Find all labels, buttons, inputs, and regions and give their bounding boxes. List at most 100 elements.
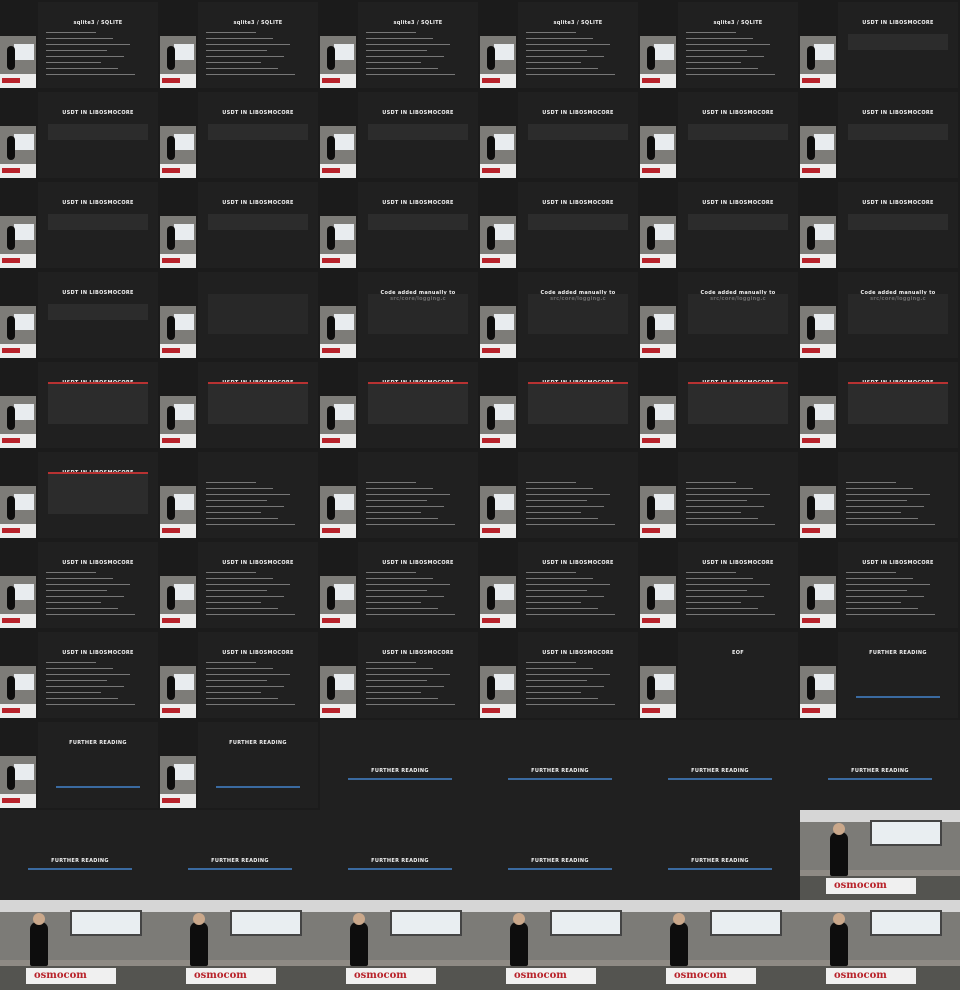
reading-link[interactable] <box>508 868 612 870</box>
inset-presenter <box>327 316 335 340</box>
slide-title: USDT IN LIBOSMOCORE <box>382 200 454 206</box>
thumbnail-frame[interactable]: USDT IN LIBOSMOCORE <box>800 540 960 630</box>
thumbnail-frame[interactable]: USDT IN LIBOSMOCORE <box>0 630 160 720</box>
thumbnail-frame[interactable]: Code added manually to src/core/logging.… <box>320 270 480 360</box>
thumbnail-frame[interactable] <box>480 450 640 540</box>
inset-screen <box>334 674 354 690</box>
thumbnail-frame[interactable]: FURTHER READING <box>160 810 320 900</box>
thumbnail-frame[interactable]: USDT IN LIBOSMOCORE <box>0 360 160 450</box>
thumbnail-frame[interactable]: osmocom <box>160 900 320 990</box>
thumbnail-frame[interactable]: osmocom <box>480 900 640 990</box>
thumbnail-frame[interactable]: osmocom <box>0 900 160 990</box>
thumbnail-frame[interactable] <box>320 450 480 540</box>
thumbnail-frame[interactable] <box>800 450 960 540</box>
thumbnail-frame[interactable]: USDT IN LIBOSMOCORE <box>640 180 800 270</box>
thumbnail-frame[interactable]: FURTHER READING <box>320 720 480 810</box>
reading-link[interactable] <box>508 778 612 780</box>
thumbnail-frame[interactable]: USDT IN LIBOSMOCORE <box>160 630 320 720</box>
thumbnail-frame[interactable]: Code added manually to src/core/logging.… <box>480 270 640 360</box>
thumbnail-frame[interactable]: EOF <box>640 630 800 720</box>
thumbnail-frame[interactable] <box>640 450 800 540</box>
reading-link[interactable] <box>828 778 932 780</box>
thumbnail-frame[interactable]: USDT IN LIBOSMOCORE <box>480 360 640 450</box>
thumbnail-frame[interactable]: USDT IN LIBOSMOCORE <box>320 360 480 450</box>
thumbnail-frame[interactable]: osmocom <box>800 810 960 900</box>
inset-screen <box>14 224 34 240</box>
inset-presenter <box>807 676 815 700</box>
thumbnail-frame[interactable]: FURTHER READING <box>320 810 480 900</box>
thumbnail-frame[interactable]: sqlite3 / SQLITE <box>480 0 640 90</box>
code-line <box>526 68 598 69</box>
code-line <box>46 44 130 45</box>
thumbnail-frame[interactable]: USDT IN LIBOSMOCORE <box>480 630 640 720</box>
thumbnail-frame[interactable]: USDT IN LIBOSMOCORE <box>160 90 320 180</box>
thumbnail-frame[interactable]: USDT IN LIBOSMOCORE <box>800 90 960 180</box>
reading-link[interactable] <box>856 696 940 698</box>
thumbnail-frame[interactable]: osmocom <box>800 900 960 990</box>
inset-screen <box>334 224 354 240</box>
thumbnail-frame[interactable]: FURTHER READING <box>480 810 640 900</box>
slide: USDT IN LIBOSMOCORE <box>678 182 798 268</box>
thumbnail-frame[interactable]: FURTHER READING <box>0 810 160 900</box>
lectern: osmocom <box>826 878 916 894</box>
reading-link[interactable] <box>188 868 292 870</box>
code-line <box>526 500 587 501</box>
thumbnail-frame[interactable]: FURTHER READING <box>800 720 960 810</box>
slide: USDT IN LIBOSMOCORE <box>198 362 318 448</box>
slide-title: FURTHER READING <box>531 768 589 774</box>
thumbnail-frame[interactable]: FURTHER READING <box>640 720 800 810</box>
thumbnail-frame[interactable] <box>160 270 320 360</box>
thumbnail-frame[interactable]: USDT IN LIBOSMOCORE <box>320 90 480 180</box>
thumbnail-frame[interactable]: USDT IN LIBOSMOCORE <box>160 180 320 270</box>
thumbnail-frame[interactable]: sqlite3 / SQLITE <box>0 0 160 90</box>
thumbnail-frame[interactable]: USDT IN LIBOSMOCORE <box>800 360 960 450</box>
reading-link[interactable] <box>28 868 132 870</box>
thumbnail-frame[interactable]: USDT IN LIBOSMOCORE <box>0 90 160 180</box>
code-line <box>686 584 770 585</box>
inset-lectern <box>320 704 356 718</box>
thumbnail-frame[interactable]: USDT IN LIBOSMOCORE <box>160 360 320 450</box>
thumbnail-frame[interactable]: USDT IN LIBOSMOCORE <box>0 180 160 270</box>
thumbnail-frame[interactable]: USDT IN LIBOSMOCORE <box>320 630 480 720</box>
thumbnail-frame[interactable]: FURTHER READING <box>480 720 640 810</box>
reading-link[interactable] <box>348 868 452 870</box>
thumbnail-frame[interactable]: USDT IN LIBOSMOCORE <box>640 90 800 180</box>
thumbnail-frame[interactable]: USDT IN LIBOSMOCORE <box>0 270 160 360</box>
thumbnail-frame[interactable]: USDT IN LIBOSMOCORE <box>0 450 160 540</box>
reading-link[interactable] <box>348 778 452 780</box>
thumbnail-frame[interactable]: USDT IN LIBOSMOCORE <box>480 180 640 270</box>
inset-lectern <box>480 524 516 538</box>
thumbnail-frame[interactable]: sqlite3 / SQLITE <box>320 0 480 90</box>
slide: USDT IN LIBOSMOCORE <box>198 182 318 268</box>
thumbnail-frame[interactable]: USDT IN LIBOSMOCORE <box>0 540 160 630</box>
thumbnail-frame[interactable]: sqlite3 / SQLITE <box>640 0 800 90</box>
inset-lectern <box>320 74 356 88</box>
thumbnail-frame[interactable]: USDT IN LIBOSMOCORE <box>320 540 480 630</box>
code-line <box>366 44 450 45</box>
thumbnail-frame[interactable]: USDT IN LIBOSMOCORE <box>800 180 960 270</box>
code-block <box>528 384 628 424</box>
thumbnail-frame[interactable]: sqlite3 / SQLITE <box>160 0 320 90</box>
thumbnail-frame[interactable]: FURTHER READING <box>160 720 320 810</box>
reading-link[interactable] <box>668 868 772 870</box>
code-line <box>46 56 124 57</box>
thumbnail-frame[interactable]: FURTHER READING <box>640 810 800 900</box>
thumbnail-frame[interactable]: USDT IN LIBOSMOCORE <box>480 540 640 630</box>
thumbnail-frame[interactable]: USDT IN LIBOSMOCORE <box>320 180 480 270</box>
thumbnail-frame[interactable]: Code added manually to src/core/logging.… <box>800 270 960 360</box>
thumbnail-frame[interactable]: USDT IN LIBOSMOCORE <box>160 540 320 630</box>
reading-link[interactable] <box>668 778 772 780</box>
reading-link[interactable] <box>56 786 140 788</box>
thumbnail-frame[interactable]: USDT IN LIBOSMOCORE <box>640 540 800 630</box>
thumbnail-frame[interactable]: FURTHER READING <box>0 720 160 810</box>
code-line <box>206 614 295 615</box>
thumbnail-frame[interactable]: USDT IN LIBOSMOCORE <box>640 360 800 450</box>
thumbnail-frame[interactable]: osmocom <box>640 900 800 990</box>
thumbnail-frame[interactable]: osmocom <box>320 900 480 990</box>
reading-link[interactable] <box>216 786 300 788</box>
thumbnail-frame[interactable]: FURTHER READING <box>800 630 960 720</box>
thumbnail-frame[interactable]: Code added manually to src/core/logging.… <box>640 270 800 360</box>
thumbnail-frame[interactable]: USDT IN LIBOSMOCORE <box>480 90 640 180</box>
thumbnail-frame[interactable] <box>160 450 320 540</box>
thumbnail-frame[interactable]: USDT IN LIBOSMOCORE <box>800 0 960 90</box>
